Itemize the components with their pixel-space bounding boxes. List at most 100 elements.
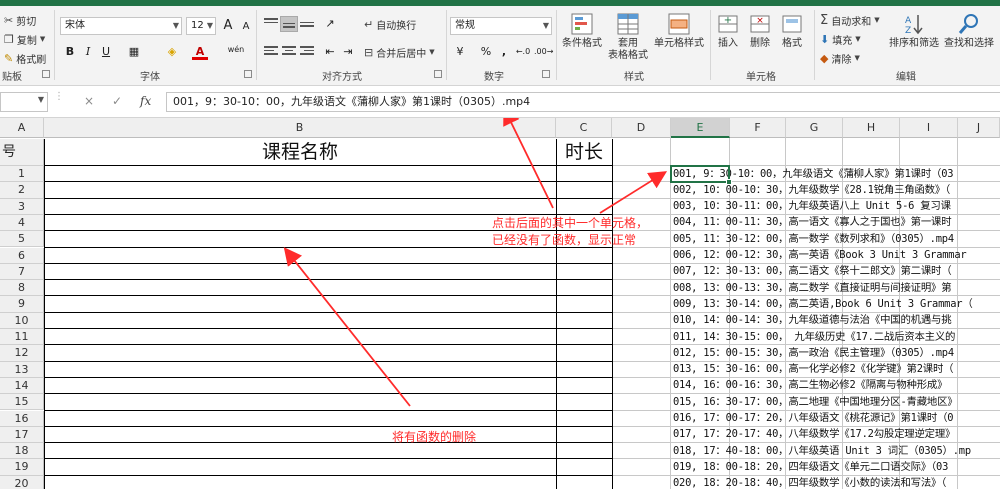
borders-button[interactable]: ▦ [126,44,142,60]
phonetic-glyph: wén [227,45,245,54]
format-painter-button[interactable]: ✎ 格式刷 [4,50,46,66]
number-dialog-launcher[interactable] [542,70,550,78]
clipboard-group-label: 贴板 [2,72,22,83]
copy-button[interactable]: ❐ 复制 ▼ [4,31,45,47]
annotation-arrows [283,118,668,407]
format-as-table-label-1: 套用 [618,38,638,49]
underline-button[interactable]: U [98,44,114,60]
formula-bar: ▼ ⋮ × ✓ fx 001，9：30-10：00，九年级语文《蒲柳人家》第1课… [0,86,1000,118]
formula-input[interactable]: 001，9：30-10：00，九年级语文《蒲柳人家》第1课时（0305）.mp4 [166,92,1000,112]
cell-styles-button[interactable]: 单元格样式 [652,12,706,50]
font-dialog-launcher[interactable] [244,70,252,78]
orientation-button[interactable]: ↗ [322,16,338,32]
copy-label: 复制 [16,35,37,47]
annotation-top-line-1: 点击后面的其中一个单元格， [492,216,649,230]
cut-label: 剪切 [16,16,37,28]
clipboard-dialog-launcher[interactable] [42,70,50,78]
chevron-down-icon: ▼ [37,95,44,104]
font-name-combo[interactable]: 宋体 ▼ [60,17,182,35]
cells-group-label: 单元格 [746,72,776,83]
clear-button[interactable]: ◆ 清除 ▼ [820,50,860,66]
cancel-icon[interactable]: × [84,94,94,108]
grow-font-button[interactable]: A [220,18,236,34]
comma-button[interactable]: , [496,44,512,60]
increase-decimal-button[interactable]: ←.0 [514,44,532,60]
svg-text:Z: Z [905,26,911,36]
shrink-font-glyph: A [242,21,250,32]
chevron-down-icon: ▼ [206,21,213,30]
chevron-down-icon: ▼ [542,21,549,30]
grow-font-glyph: A [223,18,233,33]
sort-filter-button[interactable]: AZ 排序和筛选 [888,12,940,50]
autosum-button[interactable]: Σ 自动求和 ▼ [820,12,880,28]
bottom-align-button[interactable] [298,16,316,32]
group-separator [256,10,257,80]
comma-glyph: , [501,45,507,58]
group-separator [814,10,815,80]
conditional-format-label: 条件格式 [562,38,602,49]
indent-icon: ⇥ [343,45,353,58]
bold-glyph: B [65,45,75,58]
formula-buttons: × ✓ fx [72,92,162,112]
top-align-button[interactable] [262,16,280,32]
chevron-down-icon: ▼ [39,35,46,43]
decrease-decimal-icon: .00→ [534,47,554,56]
insert-cells-button[interactable]: + 插入 [714,12,742,50]
fill-color-button[interactable]: ◈ [164,44,180,60]
sort-filter-label: 排序和筛选 [889,38,939,49]
fill-label: 填充 [832,35,853,47]
group-separator [556,10,557,80]
insert-label: 插入 [718,38,738,49]
shrink-font-button[interactable]: A [238,19,254,35]
decrease-indent-button[interactable]: ⇤ [322,44,338,60]
text-orientation-icon: ↗ [325,17,335,30]
format-as-table-button[interactable]: 套用 表格格式 [608,12,648,62]
font-color-button[interactable]: A [192,44,208,60]
italic-button[interactable]: I [80,44,96,60]
font-group-label: 字体 [140,72,160,83]
paint-bucket-icon: ◈ [167,45,177,58]
middle-align-button[interactable] [280,16,298,32]
phonetic-button[interactable]: wén [226,42,246,58]
delete-cells-button[interactable]: × 删除 [746,12,774,50]
format-as-table-label-2: 表格格式 [608,50,648,61]
format-label: 格式 [782,38,802,49]
insert-function-icon[interactable]: fx [140,94,151,108]
delete-icon: × [747,12,773,36]
group-separator [710,10,711,80]
increase-decimal-icon: ←.0 [515,47,531,56]
alignment-dialog-launcher[interactable] [434,70,442,78]
merge-center-label: 合并后居中 [376,48,427,60]
conditional-format-icon [569,12,595,36]
cut-button[interactable]: ✂ 剪切 [4,12,36,28]
find-select-button[interactable]: 查找和选择 [940,12,998,50]
number-format-combo[interactable]: 常规 ▼ [450,17,552,35]
name-box[interactable]: ▼ [0,92,48,112]
merge-center-button[interactable]: ⊟ 合并后居中 ▼ [364,44,435,60]
align-left-button[interactable] [262,44,280,60]
increase-indent-button[interactable]: ⇥ [340,44,356,60]
align-center-button[interactable] [280,44,298,60]
sort-filter-icon: AZ [901,12,927,36]
merge-icon: ⊟ [364,45,374,59]
outdent-icon: ⇤ [325,45,335,58]
styles-group-label: 样式 [624,72,644,83]
border-icon: ▦ [128,45,140,58]
wrap-text-icon: ↵ [364,17,374,31]
chevron-down-icon: ▼ [429,48,435,56]
font-size-combo[interactable]: 12 ▼ [186,17,216,35]
enter-icon[interactable]: ✓ [112,94,122,108]
accounting-format-button[interactable]: ¥ [452,44,468,60]
decrease-decimal-button[interactable]: .00→ [534,44,554,60]
bold-button[interactable]: B [62,44,78,60]
fill-button[interactable]: ⬇ 填充 ▼ [820,31,861,47]
align-right-button[interactable] [298,44,316,60]
wrap-text-button[interactable]: ↵ 自动换行 [364,16,416,32]
delete-label: 删除 [750,38,770,49]
conditional-format-button[interactable]: 条件格式 [560,12,604,50]
grip-icon: ⋮ [54,91,64,102]
format-cells-button[interactable]: 格式 [778,12,806,50]
percent-button[interactable]: % [478,44,494,60]
cell-styles-icon [666,12,692,36]
worksheet-grid[interactable]: A B C D E F G H I J 1 2 3 4 5 6 7 8 9 10 11 12 13 14 15 16 17 18 19 2… [0,118,1000,489]
